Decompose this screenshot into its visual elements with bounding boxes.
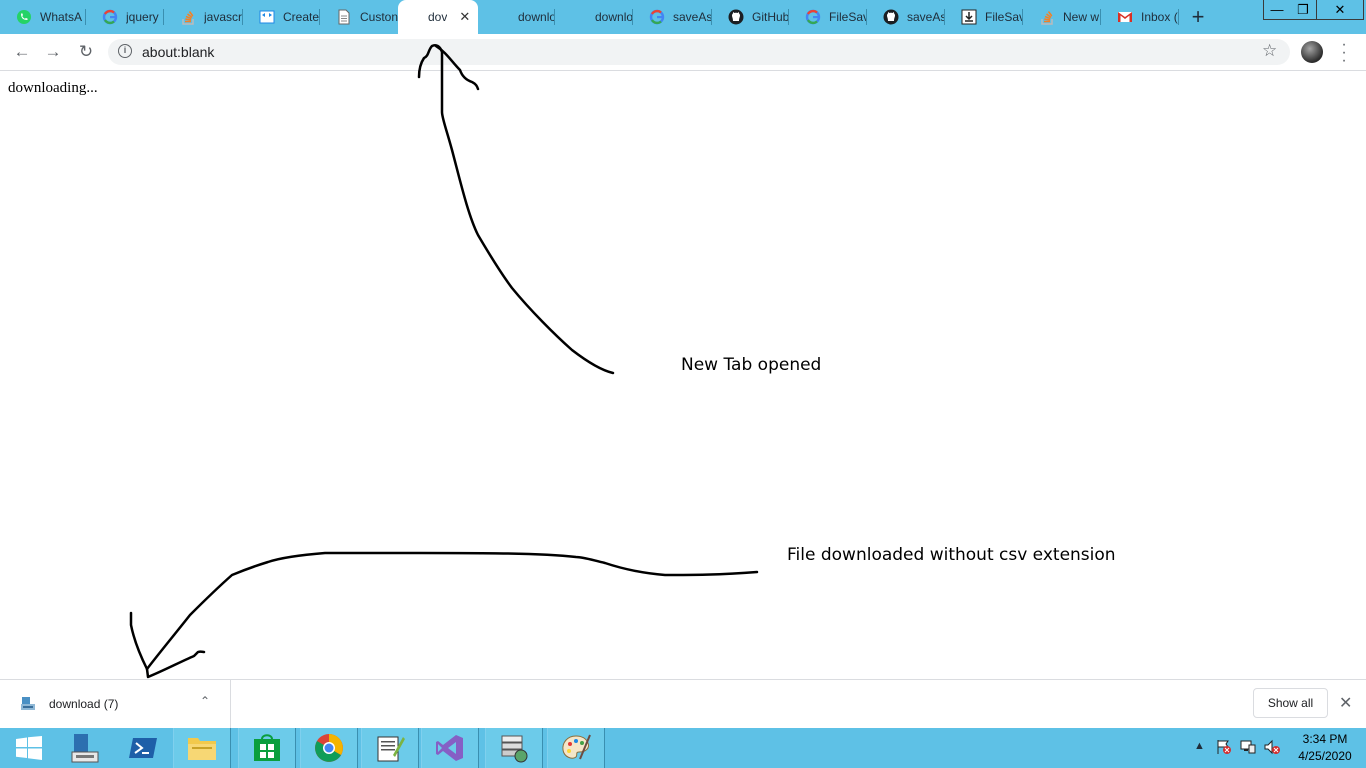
download-item[interactable]: download (7) ⌃	[0, 680, 231, 729]
taskbar-file-explorer[interactable]	[173, 728, 231, 768]
paint-palette-icon	[562, 734, 591, 760]
clock-time: 3:34 PM	[1302, 732, 1348, 746]
start-button[interactable]	[0, 728, 58, 768]
file-icon	[21, 697, 35, 710]
powershell-icon	[129, 738, 157, 758]
server-manager-icon	[71, 734, 99, 763]
database-tool-icon	[501, 735, 528, 763]
visual-studio-icon	[436, 735, 463, 761]
action-center-flag-icon[interactable]	[1216, 739, 1232, 758]
arrow-to-download	[145, 551, 759, 671]
taskbar-paint[interactable]	[547, 728, 605, 768]
taskbar-powershell[interactable]	[114, 728, 172, 768]
volume-muted-icon[interactable]	[1264, 739, 1280, 758]
tray-overflow-icon[interactable]: ▲	[1194, 740, 1205, 752]
chrome-icon	[315, 734, 343, 762]
download-file-name: download (7)	[49, 697, 119, 711]
windows-taskbar: ▲ 3:34 PM 4/25/2020	[0, 728, 1366, 768]
windows-logo-icon	[16, 736, 42, 760]
taskbar-visual-studio[interactable]	[421, 728, 479, 768]
clock-date: 4/25/2020	[1298, 749, 1352, 763]
store-icon	[254, 734, 280, 761]
annotation-new-tab: New Tab opened	[681, 355, 822, 375]
notepad-plus-icon	[377, 736, 405, 762]
close-icon[interactable]: ✕	[1339, 693, 1352, 713]
taskbar-sql-tool[interactable]	[485, 728, 543, 768]
arrow-to-new-tab	[417, 44, 615, 375]
download-shelf: download (7) ⌃ Show all ✕	[0, 679, 1366, 729]
folder-icon	[188, 738, 216, 760]
annotation-file-downloaded: File downloaded without csv extension	[787, 545, 1116, 565]
network-icon[interactable]	[1240, 739, 1256, 758]
show-all-button[interactable]: Show all	[1253, 688, 1328, 718]
chevron-up-icon[interactable]: ⌃	[200, 694, 210, 708]
taskbar-server-manager[interactable]	[55, 728, 113, 768]
taskbar-chrome[interactable]	[300, 728, 358, 768]
taskbar-store[interactable]	[238, 728, 296, 768]
taskbar-notepadpp[interactable]	[361, 728, 419, 768]
system-clock[interactable]: 3:34 PM 4/25/2020	[1290, 731, 1360, 765]
